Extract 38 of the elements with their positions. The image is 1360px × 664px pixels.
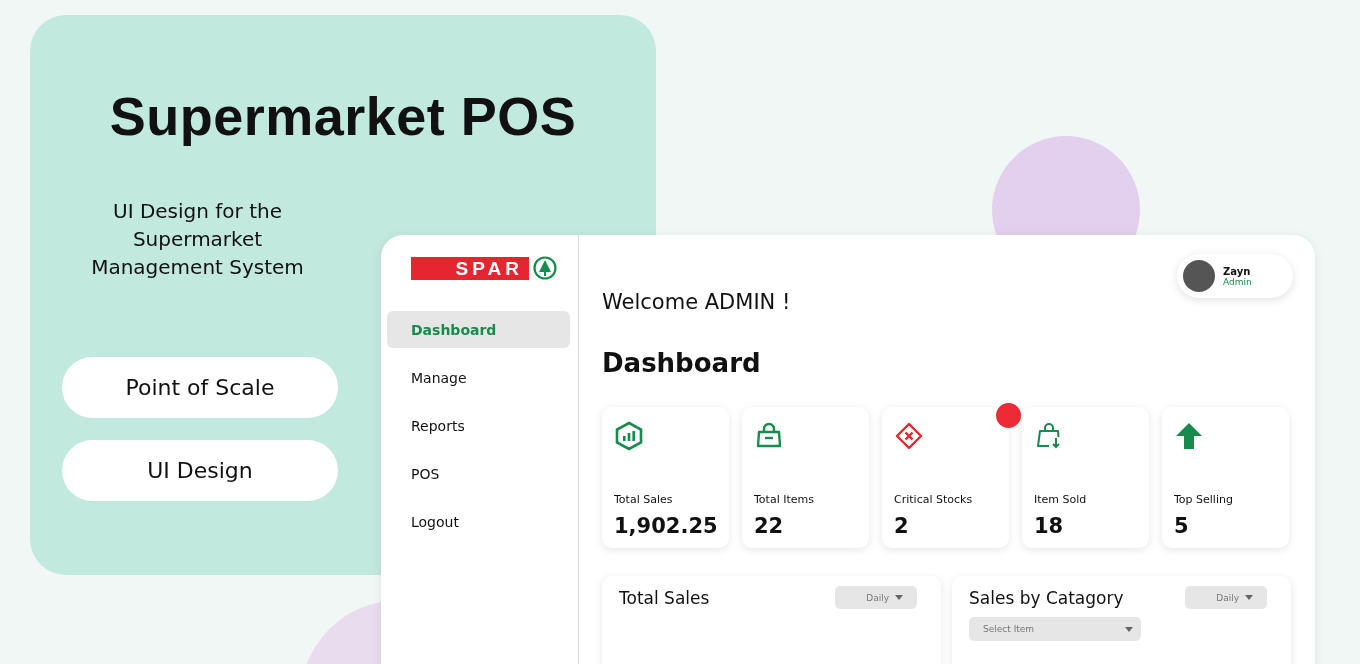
stat-label: Total Sales [614,493,673,506]
caret-icon [1125,626,1133,632]
user-role: Admin [1223,276,1252,287]
user-profile-chip[interactable]: Zayn Admin [1177,254,1293,298]
stat-label: Critical Stocks [894,493,973,506]
sidebar-item[interactable]: POS [387,455,570,492]
warning-diamond-icon [894,421,924,451]
period-dropdown[interactable]: Daily [1185,586,1267,609]
sidebar-item[interactable]: Manage [387,359,570,396]
page-heading: Dashboard [602,348,762,378]
panel-title: Sales by Catagory [969,587,1124,608]
stat-value: 18 [1034,514,1064,538]
promo-tag: UI Design [62,440,338,501]
sidebar-item[interactable]: Dashboard [387,311,570,348]
tree-logo-icon [533,256,557,280]
user-name: Zayn [1223,265,1252,277]
arrow-up-icon [1174,421,1204,451]
stat-value: 1,902.25 [614,514,718,538]
caret-icon [1245,595,1253,600]
stat-label: Top Selling [1174,493,1233,506]
panel-title: Total Sales [619,587,710,608]
item-select-dropdown[interactable]: Select Item [969,617,1141,641]
sidebar-item[interactable]: Logout [387,503,570,540]
sidebar-item[interactable]: Reports [387,407,570,444]
period-dropdown[interactable]: Daily [835,586,917,609]
stat-value: 22 [754,514,784,538]
welcome-text: Welcome ADMIN ! [602,290,792,314]
stat-value: 2 [894,514,909,538]
avatar [1183,260,1215,292]
caret-icon [895,595,903,600]
stat-label: Total Items [754,493,814,506]
promo-subtitle: UI Design for the Supermarket Management System [90,198,305,281]
logo-wordmark: SPAR [411,256,529,280]
stat-label: Item Sold [1034,493,1087,506]
stat-value: 5 [1174,514,1189,538]
promo-tag: Point of Scale [62,357,338,418]
promo-title: Supermarket POS [108,85,578,147]
chart-hexagon-icon [614,421,644,451]
